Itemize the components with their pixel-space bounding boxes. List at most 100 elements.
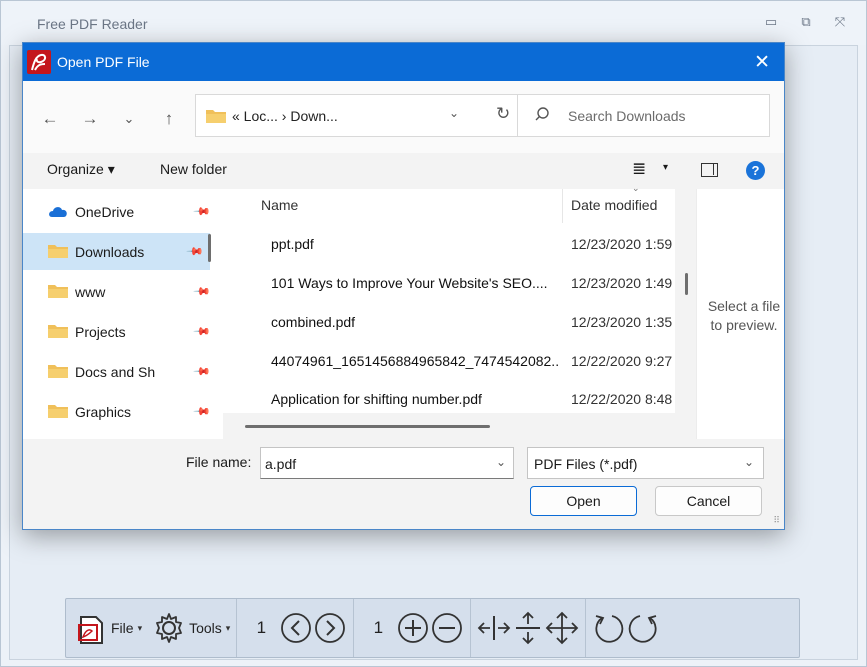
- column-divider[interactable]: [562, 189, 563, 223]
- previous-page-icon[interactable]: [279, 611, 313, 645]
- file-name-label: File name:: [186, 454, 252, 470]
- file-type-select[interactable]: PDF Files (*.pdf) ⌄: [527, 447, 764, 479]
- dialog-footer: File name: a.pdf ⌄ PDF Files (*.pdf) ⌄ O…: [23, 439, 784, 529]
- fit-width-icon[interactable]: [477, 611, 511, 645]
- back-arrow-icon[interactable]: ←: [37, 106, 63, 132]
- next-page-icon[interactable]: [313, 611, 347, 645]
- app-logo-icon: [27, 50, 51, 74]
- zoom-controls: 1: [354, 599, 472, 657]
- refresh-icon[interactable]: ↻: [496, 104, 510, 124]
- page-number[interactable]: 1: [243, 618, 279, 638]
- app-title: Free PDF Reader: [37, 16, 148, 32]
- file-row[interactable]: 44074961_1651456884965842_7474542082... …: [223, 342, 675, 380]
- sidebar-scrollbar[interactable]: [208, 234, 211, 262]
- address-bar[interactable]: « Loc... › Down... ⌄ ↻: [195, 94, 526, 137]
- column-header-date[interactable]: Date modified: [571, 197, 657, 213]
- sidebar-item-label: Projects: [75, 323, 126, 340]
- zoom-in-icon[interactable]: [396, 611, 430, 645]
- file-menu-label: File: [111, 620, 134, 636]
- sidebar-item-downloads[interactable]: Downloads 📌: [23, 233, 210, 270]
- help-icon[interactable]: ?: [746, 161, 765, 180]
- forward-arrow-icon[interactable]: →: [77, 106, 103, 132]
- organize-button[interactable]: Organize ▾: [47, 161, 115, 178]
- sidebar-item-label: Docs and Sh: [75, 363, 156, 380]
- file-date: 12/23/2020 1:49: [571, 275, 673, 291]
- zoom-out-icon[interactable]: [430, 611, 464, 645]
- vertical-scrollbar[interactable]: [685, 273, 688, 295]
- file-row[interactable]: Application for shifting number.pdf 12/2…: [223, 380, 675, 418]
- pin-icon: 📌: [192, 402, 211, 421]
- search-placeholder[interactable]: Search Downloads: [568, 108, 686, 124]
- resize-grip-icon[interactable]: ⠿: [773, 515, 780, 526]
- zoom-value[interactable]: 1: [360, 618, 396, 638]
- bottom-toolbar: File ▾ Tools ▾ 1 1: [65, 598, 800, 658]
- sidebar-item-www[interactable]: www 📌: [47, 273, 211, 310]
- pin-icon: 📌: [192, 322, 211, 341]
- chevron-down-icon: ▾: [225, 622, 231, 633]
- file-date: 12/23/2020 1:59: [571, 236, 673, 252]
- command-bar: Organize ▾ New folder ≣ ▾ ?: [23, 153, 784, 189]
- close-icon[interactable]: ✕: [754, 51, 770, 74]
- chevron-down-icon[interactable]: ⌄: [449, 106, 459, 120]
- chevron-down-icon[interactable]: ⌄: [496, 455, 506, 469]
- file-menu[interactable]: File ▾ Tools ▾: [66, 599, 238, 657]
- sidebar-item-label: Downloads: [75, 243, 145, 260]
- preview-pane-icon[interactable]: [701, 163, 718, 177]
- open-file-dialog: Open PDF File ✕ ← → ⌄ ↑ « Loc... › Down.…: [22, 42, 785, 530]
- pin-icon: 📌: [192, 282, 211, 301]
- file-row[interactable]: 101 Ways to Improve Your Website's SEO..…: [223, 264, 675, 302]
- sidebar-item-onedrive[interactable]: OneDrive 📌: [47, 193, 211, 230]
- file-date: 12/23/2020 1:35: [571, 314, 673, 330]
- cancel-button[interactable]: Cancel: [655, 486, 762, 516]
- page-navigation: 1: [237, 599, 355, 657]
- view-menu-icon[interactable]: ≣: [632, 159, 646, 179]
- pin-icon: 📌: [192, 362, 211, 381]
- up-arrow-icon[interactable]: ↑: [156, 106, 182, 132]
- rotate-controls: [586, 599, 666, 657]
- folder-icon: [47, 324, 69, 339]
- horizontal-scrollbar[interactable]: [245, 425, 490, 428]
- address-path[interactable]: « Loc... › Down...: [232, 108, 338, 124]
- rotate-right-icon[interactable]: [626, 611, 660, 645]
- fit-height-icon[interactable]: [511, 611, 545, 645]
- app-titlebar: Free PDF Reader ▭ ⧉ ⤧: [1, 1, 866, 45]
- gear-icon[interactable]: [152, 611, 186, 645]
- pin-icon: 📌: [192, 202, 211, 221]
- open-button[interactable]: Open: [530, 486, 637, 516]
- rotate-left-icon[interactable]: [592, 611, 626, 645]
- tools-menu-label[interactable]: Tools: [189, 620, 222, 636]
- file-name: combined.pdf: [271, 314, 356, 330]
- file-name-value[interactable]: a.pdf: [265, 456, 296, 472]
- close-app-button[interactable]: ⤧: [828, 11, 852, 33]
- file-row[interactable]: combined.pdf 12/23/2020 1:35: [223, 303, 675, 341]
- file-name: Application for shifting number.pdf: [271, 391, 482, 407]
- fit-controls: [471, 599, 587, 657]
- search-box[interactable]: Search Downloads: [517, 94, 770, 137]
- recent-locations-icon[interactable]: ⌄: [116, 106, 142, 132]
- sidebar-item-graphics[interactable]: Graphics 📌: [47, 393, 211, 430]
- new-folder-button[interactable]: New folder: [160, 161, 227, 177]
- fit-page-icon[interactable]: [545, 611, 579, 645]
- folder-icon: [47, 404, 69, 419]
- file-name: 101 Ways to Improve Your Website's SEO..…: [271, 275, 548, 291]
- file-name-field[interactable]: a.pdf ⌄: [260, 447, 514, 479]
- column-header-name[interactable]: Name: [261, 197, 298, 213]
- file-row[interactable]: ppt.pdf 12/23/2020 1:59: [223, 225, 675, 263]
- restore-button[interactable]: ⧉: [794, 11, 818, 33]
- cloud-icon: [47, 204, 69, 219]
- folder-icon: [47, 284, 69, 299]
- navigation-pane: OneDrive 📌 Downloads 📌 www 📌 Projects 📌 …: [23, 189, 223, 439]
- folder-icon: [47, 244, 69, 259]
- minimize-button[interactable]: ▭: [759, 11, 783, 33]
- sidebar-item-projects[interactable]: Projects 📌: [47, 313, 211, 350]
- search-icon: [534, 106, 550, 126]
- file-list: ⌄ Name Date modified ppt.pdf 12/23/2020 …: [223, 183, 696, 439]
- chevron-down-icon[interactable]: ⌄: [744, 455, 754, 469]
- file-name: ppt.pdf: [271, 236, 314, 252]
- sidebar-item-docs-and-sh[interactable]: Docs and Sh 📌: [47, 353, 211, 390]
- folder-icon: [47, 364, 69, 379]
- pin-icon: 📌: [185, 242, 204, 261]
- file-date: 12/22/2020 8:48: [571, 391, 673, 407]
- chevron-down-icon[interactable]: ▾: [663, 162, 668, 173]
- file-list-area: ⌄ Name Date modified ppt.pdf 12/23/2020 …: [223, 183, 675, 413]
